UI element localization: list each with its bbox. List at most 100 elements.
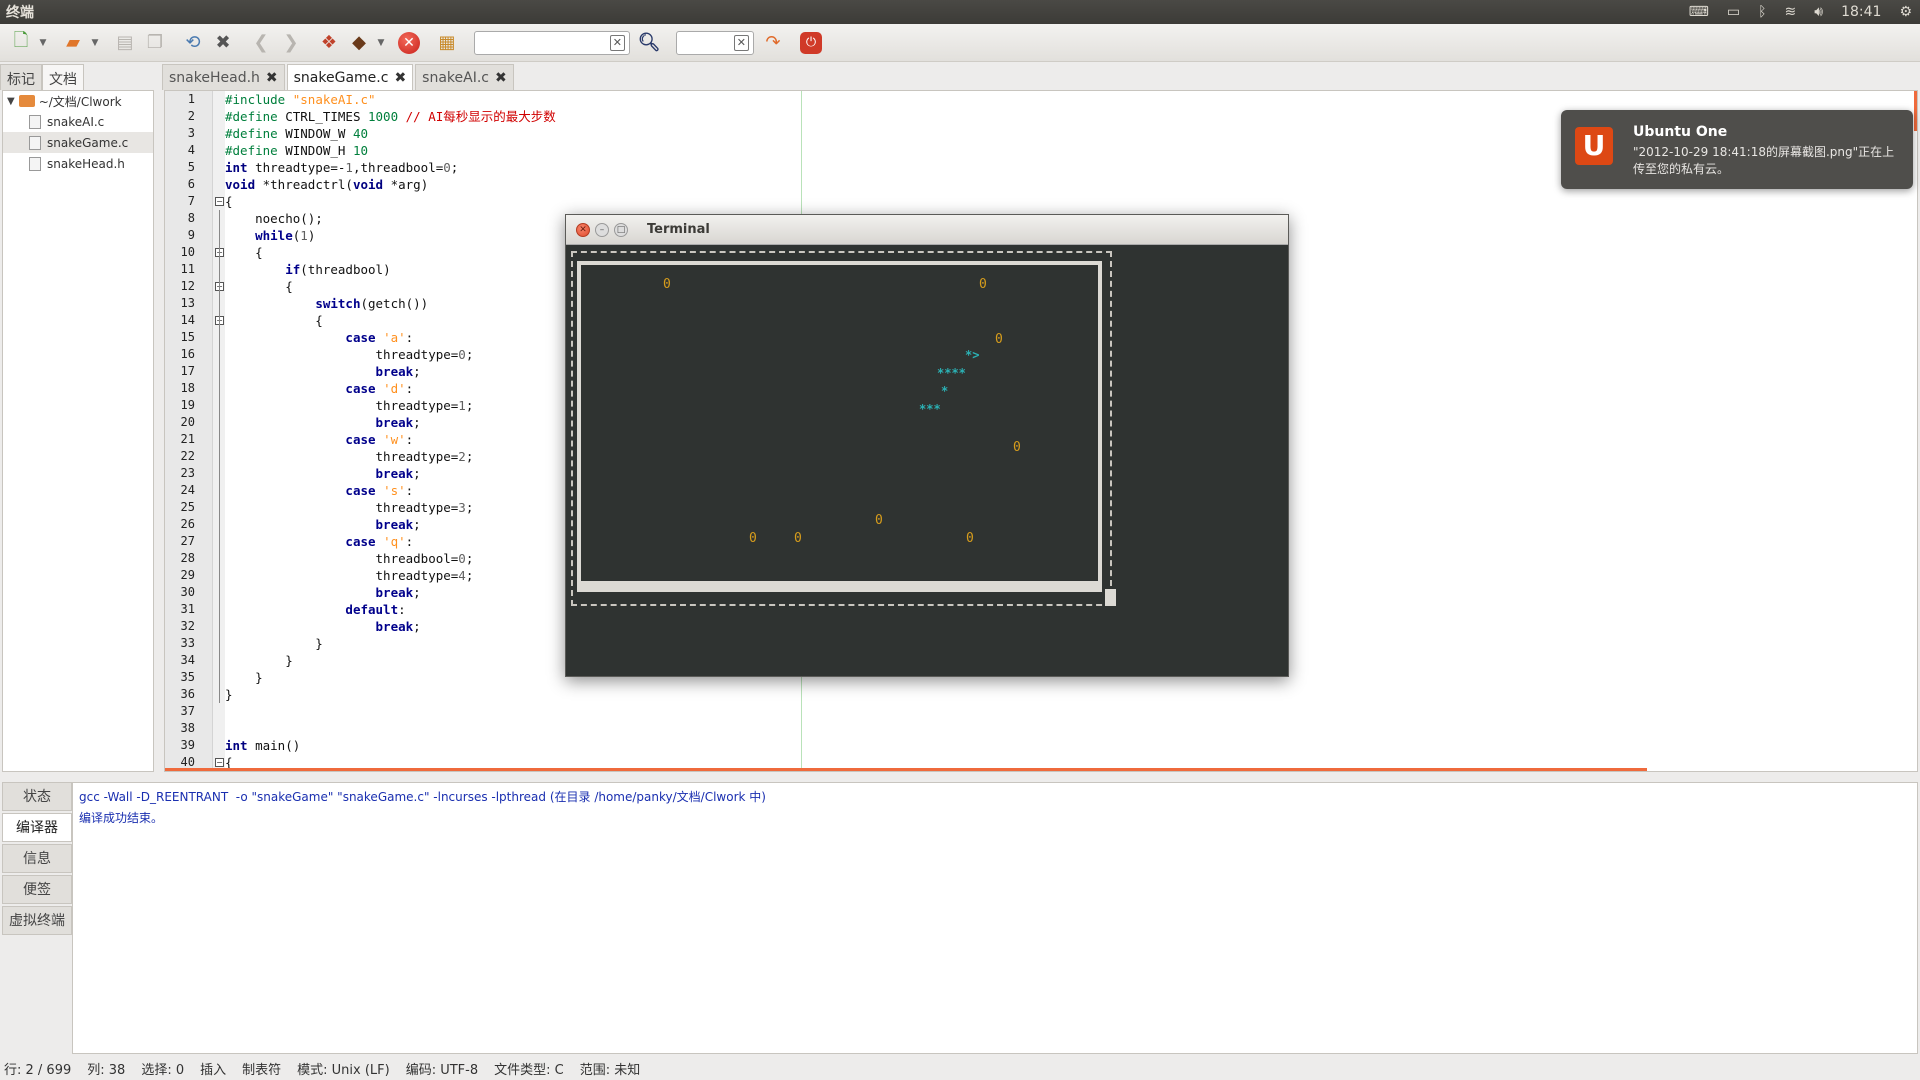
code-line[interactable]: #define CTRL_TIMES 1000 // AI每秒显示的最大步数: [225, 108, 556, 125]
code-line[interactable]: }: [225, 686, 233, 703]
code-line[interactable]: break;: [225, 584, 421, 601]
line-number: 38: [180, 721, 195, 735]
search-icon[interactable]: 🔍︎: [634, 28, 664, 58]
tree-folder-clwork[interactable]: ▼ ~/文档/Clwork: [3, 91, 153, 111]
wifi-icon[interactable]: ≋: [1785, 4, 1797, 20]
code-line[interactable]: void *threadctrl(void *arg): [225, 176, 428, 193]
code-line[interactable]: int main(): [225, 737, 300, 754]
search-input[interactable]: ✕: [474, 30, 630, 55]
code-line[interactable]: break;: [225, 465, 421, 482]
revert-icon[interactable]: ⟲: [178, 28, 208, 58]
goto-line-input[interactable]: ✕: [676, 30, 754, 55]
close-tab-icon[interactable]: ✖: [495, 70, 507, 86]
gear-icon[interactable]: ⚙: [1899, 4, 1912, 20]
back-icon[interactable]: ❮: [246, 28, 276, 58]
code-line[interactable]: threadbool=0;: [225, 550, 474, 567]
close-tab-icon[interactable]: ✖: [266, 70, 278, 86]
tab-documents[interactable]: 文档: [42, 64, 84, 90]
compiler-command-line[interactable]: gcc -Wall -D_REENTRANT -o "snakeGame" "s…: [79, 787, 1911, 808]
code-line[interactable]: }: [225, 652, 293, 669]
code-line[interactable]: {: [225, 312, 323, 329]
terminal-screen[interactable]: 0 0 0 0 0 0 0 0 *> **** * ***: [566, 245, 1288, 676]
code-line[interactable]: case 'a':: [225, 329, 413, 346]
code-line[interactable]: if(threadbool): [225, 261, 390, 278]
code-line[interactable]: {: [225, 244, 263, 261]
new-file-icon[interactable]: 🗋︎: [6, 28, 36, 58]
window-close-icon[interactable]: ✕: [576, 222, 590, 237]
compile-icon[interactable]: ❖: [314, 28, 344, 58]
code-line[interactable]: int threadtype=-1,threadbool=0;: [225, 159, 458, 176]
jump-icon[interactable]: ↷: [758, 28, 788, 58]
compiler-output[interactable]: gcc -Wall -D_REENTRANT -o "snakeGame" "s…: [72, 782, 1918, 1054]
code-line[interactable]: switch(getch()): [225, 295, 428, 312]
code-line[interactable]: #define WINDOW_W 40: [225, 125, 368, 142]
code-line[interactable]: threadtype=1;: [225, 397, 474, 414]
expand-arrow-icon[interactable]: ▼: [7, 96, 15, 107]
build-icon[interactable]: ◆: [344, 28, 374, 58]
clock[interactable]: 18:41: [1841, 4, 1881, 20]
horizontal-scroll-indicator[interactable]: [165, 768, 1647, 771]
code-line[interactable]: break;: [225, 618, 421, 635]
code-line[interactable]: break;: [225, 516, 421, 533]
line-number: 9: [187, 228, 195, 242]
code-line[interactable]: #include "snakeAI.c": [225, 91, 376, 108]
code-line[interactable]: default:: [225, 601, 405, 618]
vertical-scroll-marker[interactable]: [1914, 91, 1917, 131]
code-line[interactable]: threadtype=2;: [225, 448, 474, 465]
close-icon[interactable]: ✖: [208, 28, 238, 58]
code-line[interactable]: noecho();: [225, 210, 323, 227]
code-line[interactable]: threadtype=4;: [225, 567, 474, 584]
code-line[interactable]: }: [225, 635, 323, 652]
build-dropdown-icon[interactable]: ▼: [374, 28, 388, 58]
keyboard-icon[interactable]: ⌨: [1689, 4, 1709, 20]
compiler-result-line[interactable]: 编译成功结束。: [79, 808, 1911, 829]
forward-icon[interactable]: ❯: [276, 28, 306, 58]
code-line[interactable]: threadtype=0;: [225, 346, 474, 363]
color-chooser-icon[interactable]: ▦: [432, 28, 462, 58]
code-line[interactable]: break;: [225, 414, 421, 431]
code-line[interactable]: case 's':: [225, 482, 413, 499]
tab-notes[interactable]: 便签: [2, 875, 72, 904]
volume-icon[interactable]: 🔊︎: [1814, 4, 1823, 20]
tab-messages[interactable]: 信息: [2, 844, 72, 873]
close-tab-icon[interactable]: ✖: [394, 70, 406, 86]
tab-snakehead[interactable]: snakeHead.h ✖: [162, 64, 285, 90]
clear-goto-icon[interactable]: ✕: [733, 34, 749, 51]
fold-toggle-icon[interactable]: −: [215, 197, 224, 206]
bluetooth-icon[interactable]: ᛒ: [1758, 4, 1766, 20]
save-all-icon[interactable]: ❐: [140, 28, 170, 58]
code-line[interactable]: case 'q':: [225, 533, 413, 550]
code-line[interactable]: break;: [225, 363, 421, 380]
tab-virtual-terminal[interactable]: 虚拟终端: [2, 906, 72, 935]
battery-icon[interactable]: ▭: [1727, 4, 1740, 20]
tab-snakegame[interactable]: snakeGame.c ✖: [286, 64, 414, 90]
code-line[interactable]: {: [225, 193, 233, 210]
code-line[interactable]: case 'd':: [225, 380, 413, 397]
stop-icon[interactable]: ✕: [394, 28, 424, 58]
window-maximize-icon[interactable]: □: [614, 222, 628, 237]
quit-icon[interactable]: ⏻: [796, 28, 826, 58]
tree-file-snakegame[interactable]: snakeGame.c: [3, 132, 153, 153]
open-file-dropdown-icon[interactable]: ▼: [88, 28, 102, 58]
clear-search-icon[interactable]: ✕: [609, 34, 625, 51]
terminal-titlebar[interactable]: ✕ – □ Terminal: [566, 215, 1288, 245]
tree-file-snakehead[interactable]: snakeHead.h: [3, 153, 153, 174]
line-number: 12: [180, 279, 195, 293]
tab-symbols[interactable]: 标记: [0, 64, 42, 90]
code-line[interactable]: while(1): [225, 227, 315, 244]
code-line[interactable]: {: [225, 278, 293, 295]
code-line[interactable]: }: [225, 669, 263, 686]
open-file-icon[interactable]: ▰: [58, 28, 88, 58]
save-icon[interactable]: ▤: [110, 28, 140, 58]
tab-compiler[interactable]: 编译器: [2, 813, 72, 842]
tree-file-snakeai[interactable]: snakeAI.c: [3, 111, 153, 132]
window-minimize-icon[interactable]: –: [595, 222, 609, 237]
code-line[interactable]: case 'w':: [225, 431, 413, 448]
fold-toggle-icon[interactable]: −: [215, 758, 224, 767]
code-line[interactable]: threadtype=3;: [225, 499, 474, 516]
new-file-dropdown-icon[interactable]: ▼: [36, 28, 50, 58]
tab-snakeai[interactable]: snakeAI.c ✖: [415, 64, 514, 90]
tab-status[interactable]: 状态: [2, 782, 72, 811]
code-line[interactable]: #define WINDOW_H 10: [225, 142, 368, 159]
terminal-window[interactable]: ✕ – □ Terminal 0 0 0 0 0 0 0 0 *> **** * ***: [565, 214, 1289, 677]
